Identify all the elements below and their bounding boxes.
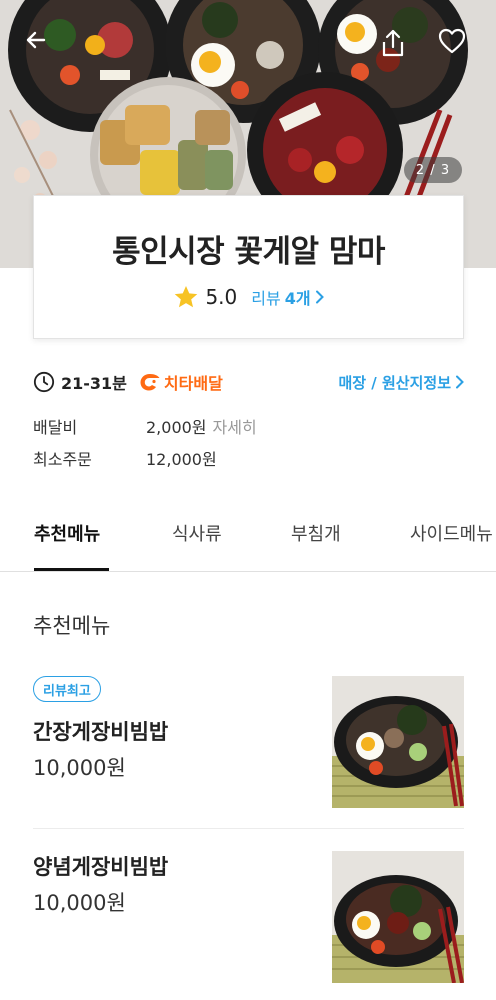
cheetah-badge: 치타배달 [139,370,223,394]
rating-value: 5.0 [205,285,238,309]
bibimbap-photo [332,676,464,808]
menu-item-name: 양념게장비빔밥 [33,855,169,879]
rating-row: 5.0 리뷰 4개 [34,284,463,310]
tab-recommended[interactable]: 추천메뉴 [34,520,100,546]
review-count: 4개 [284,289,311,308]
store-info-card: 통인시장 꽃게알 맘마 5.0 리뷰 4개 [33,195,464,339]
cheetah-icon [140,374,160,391]
star-icon [175,285,198,308]
tab-meals[interactable]: 식사류 [172,520,222,546]
delivery-meta-row: 21-31분 치타배달 매장 / 원산지정보 [33,369,464,395]
menu-item-name: 간장게장비빔밥 [33,720,169,744]
share-icon [382,29,404,57]
review-label: 리뷰 [251,289,281,308]
section-title: 추천메뉴 [33,614,111,638]
chevron-right-icon [456,375,464,389]
menu-item-image [332,851,464,983]
menu-category-tabs: 추천메뉴 식사류 부침개 사이드메뉴 [0,500,496,572]
chevron-right-icon [315,290,324,304]
active-tab-indicator [34,568,109,571]
menu-item[interactable]: 리뷰최고 간장게장비빔밥 10,000원 [0,676,496,812]
favorite-button[interactable] [438,28,472,62]
arrow-left-icon [26,31,46,49]
menu-item-price: 10,000원 [33,891,126,915]
back-button[interactable] [24,28,58,62]
delivery-fee-row: 배달비 2,000원 자세히 [33,414,257,438]
min-order-value: 12,000원 [146,450,217,469]
share-button[interactable] [379,28,413,62]
menu-item-price: 10,000원 [33,756,126,780]
review-link[interactable]: 리뷰 4개 [251,285,324,309]
image-counter: 2 / 3 [404,157,462,183]
menu-divider [33,828,464,829]
origin-info-link[interactable]: 매장 / 원산지정보 [338,372,464,393]
tab-sides[interactable]: 사이드메뉴 [410,520,493,546]
delivery-time: 21-31분 [61,374,127,393]
tab-pancakes[interactable]: 부침개 [291,520,341,546]
min-order-label: 최소주문 [33,450,92,469]
delivery-fee-value: 2,000원 [146,418,207,437]
heart-icon [438,28,466,54]
store-name: 통인시장 꽃게알 맘마 [112,234,385,270]
delivery-fee-label: 배달비 [33,418,78,437]
menu-item-image [332,676,464,808]
bibimbap-photo [332,851,464,983]
min-order-row: 최소주문 12,000원 [33,446,217,470]
origin-info-label: 매장 / 원산지정보 [338,373,451,392]
cheetah-label: 치타배달 [163,374,223,393]
best-review-badge: 리뷰최고 [33,676,101,702]
delivery-fee-detail-link[interactable]: 자세히 [213,414,257,438]
clock-icon [33,371,55,393]
menu-item[interactable]: 양념게장비빔밥 10,000원 [0,851,496,987]
